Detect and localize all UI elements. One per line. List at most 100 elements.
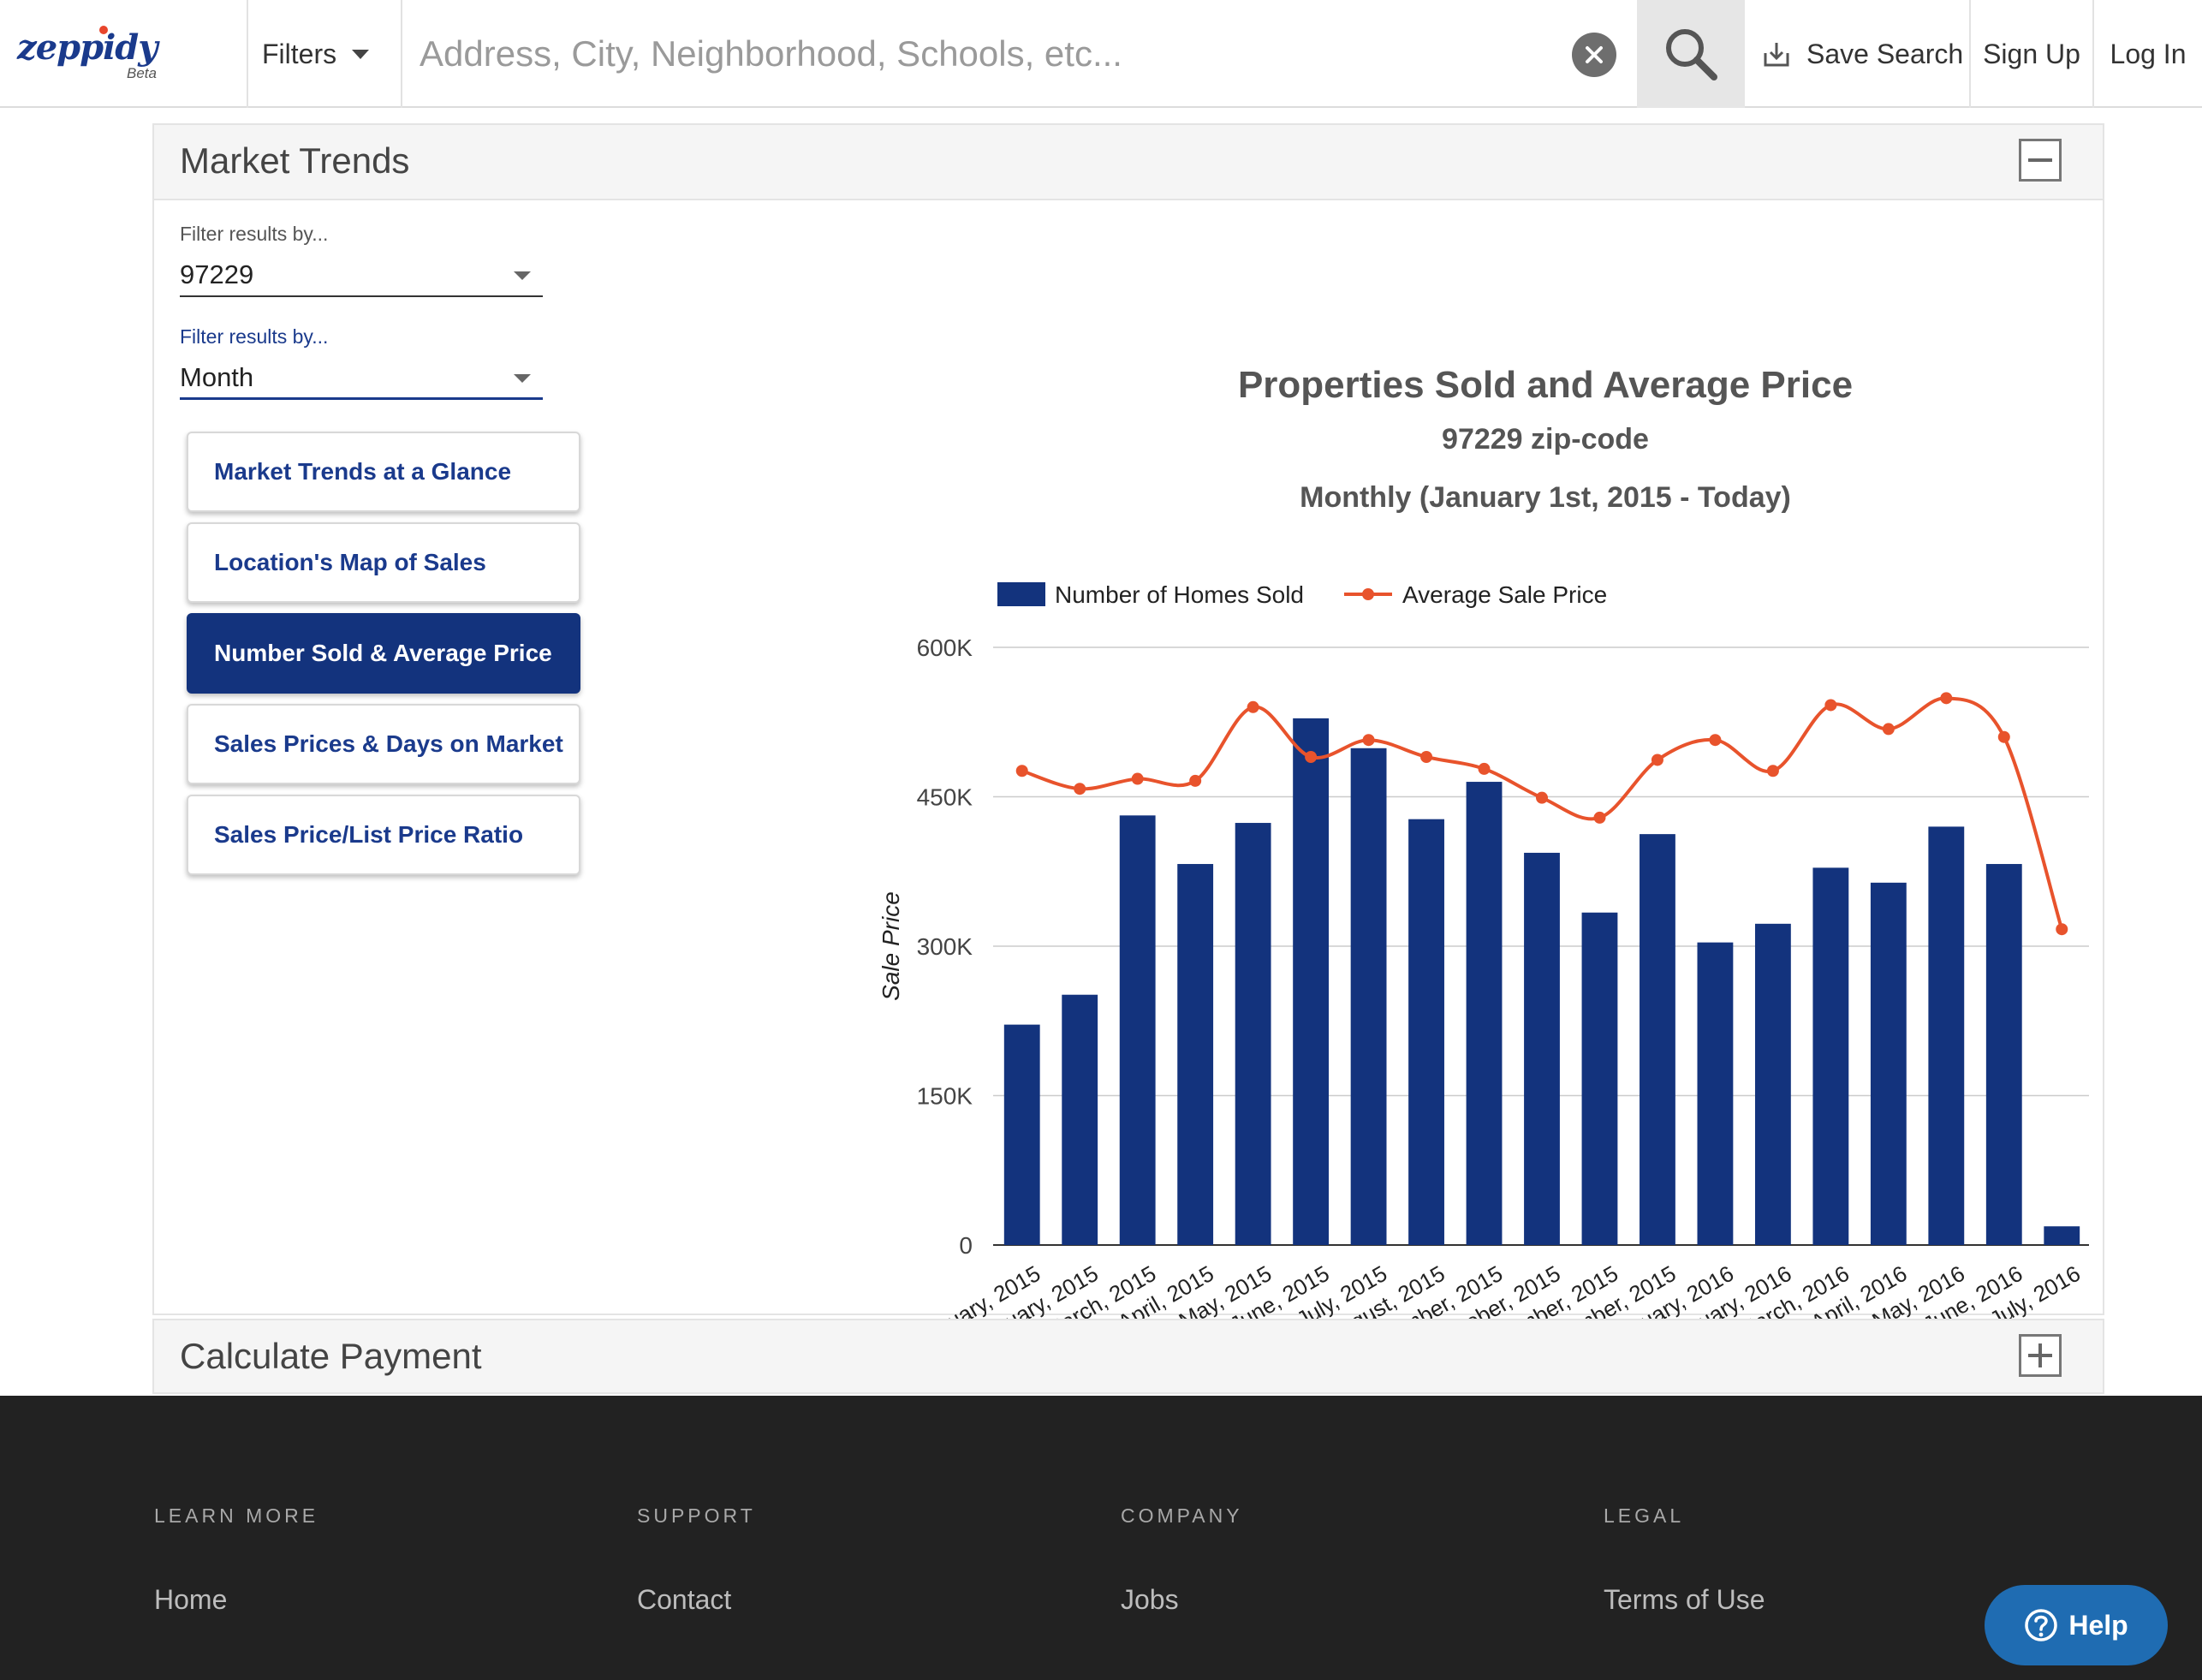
log-in-link[interactable]: Log In: [2094, 0, 2202, 108]
filters-label: Filters: [262, 38, 337, 69]
y-tick-label: 450K: [917, 784, 973, 811]
nav-number-sold-average-price[interactable]: Number Sold & Average Price: [187, 613, 580, 694]
average-price-point: [1709, 734, 1722, 747]
question-circle-icon: [2025, 1609, 2058, 1641]
average-price-point: [1305, 750, 1318, 763]
logo-wordmark: zeppidy: [17, 27, 158, 68]
bar-homes-sold: [1177, 864, 1214, 1245]
bar-homes-sold: [1754, 923, 1791, 1245]
average-price-point: [1074, 783, 1086, 795]
period-filter: Filter results by... Month: [180, 325, 543, 400]
zip-filter-value: 97229: [180, 259, 254, 289]
top-navigation-bar: zeppidy Beta Filters Save Search Sign Up…: [0, 0, 2202, 108]
chart-subtitle: 97229 zip-code: [1442, 423, 1649, 456]
clear-search-button[interactable]: [1572, 33, 1616, 77]
legend-label-homes-sold: Number of Homes Sold: [1055, 581, 1304, 608]
average-price-point: [1536, 791, 1548, 804]
y-tick-label: 0: [959, 1232, 973, 1259]
footer-heading-legal: LEGAL: [1604, 1504, 1685, 1527]
location-search-input[interactable]: [402, 17, 1550, 91]
sign-up-link[interactable]: Sign Up: [1971, 0, 2092, 108]
period-filter-value: Month: [180, 362, 254, 392]
footer-link-contact[interactable]: Contact: [637, 1584, 731, 1616]
footer-link-jobs[interactable]: Jobs: [1121, 1584, 1179, 1616]
bar-homes-sold: [1581, 912, 1618, 1245]
beta-badge: Beta: [127, 65, 157, 81]
calculate-payment-title: Calculate Payment: [180, 1336, 482, 1376]
save-search-label: Save Search: [1806, 38, 1964, 69]
footer-link-terms-of-use[interactable]: Terms of Use: [1604, 1584, 1765, 1616]
bar-homes-sold: [1293, 718, 1330, 1245]
average-price-point: [1247, 700, 1259, 713]
average-price-point: [1478, 762, 1491, 775]
average-price-point: [1997, 730, 2010, 743]
average-price-point: [1940, 692, 1953, 705]
bar-homes-sold: [1350, 748, 1387, 1245]
footer-heading-company: COMPANY: [1121, 1504, 1243, 1527]
footer-heading-support: SUPPORT: [637, 1504, 756, 1527]
help-button[interactable]: Help: [1985, 1585, 2168, 1665]
minus-icon: [2028, 158, 2052, 162]
bar-homes-sold: [1812, 867, 1849, 1245]
bar-homes-sold: [1870, 882, 1907, 1245]
plus-icon: [2038, 1343, 2042, 1367]
bar-homes-sold: [1928, 826, 1965, 1245]
average-price-point: [1189, 774, 1202, 787]
zip-filter: Filter results by... 97229: [180, 223, 543, 297]
legend-swatch-homes-sold: [997, 582, 1045, 606]
logo-dot: [99, 26, 108, 34]
nav-market-trends-at-a-glance[interactable]: Market Trends at a Glance: [187, 432, 580, 512]
zeppidy-logo[interactable]: zeppidy Beta: [17, 22, 163, 84]
bar-homes-sold: [1062, 994, 1098, 1245]
filters-dropdown-button[interactable]: Filters: [248, 0, 401, 108]
collapse-button[interactable]: [2019, 139, 2062, 182]
market-trends-title: Market Trends: [180, 140, 410, 181]
search-button[interactable]: [1637, 0, 1745, 108]
nav-sales-prices-days-on-market[interactable]: Sales Prices & Days on Market: [187, 704, 580, 784]
chart-plot-area: 00150K40300K80450K120600K160Sale PriceHo…: [878, 581, 2089, 1367]
period-filter-select[interactable]: Month: [180, 357, 543, 400]
bar-homes-sold: [1466, 782, 1503, 1245]
bar-homes-sold: [1235, 823, 1271, 1245]
chart-date-range: Monthly (January 1st, 2015 - Today): [1300, 481, 1791, 514]
expand-button[interactable]: [2019, 1334, 2062, 1377]
help-label: Help: [2068, 1609, 2128, 1641]
site-footer: LEARN MORE SUPPORT COMPANY LEGAL Home Co…: [0, 1396, 2202, 1680]
period-filter-caption: Filter results by...: [180, 325, 329, 348]
calculate-payment-panel[interactable]: Calculate Payment: [152, 1319, 2104, 1394]
zip-filter-select[interactable]: 97229: [180, 254, 543, 297]
average-price-point: [1651, 754, 1663, 766]
average-price-point: [1015, 765, 1028, 777]
chevron-down-icon: [514, 271, 531, 280]
average-price-point: [1420, 750, 1433, 763]
zip-filter-caption: Filter results by...: [180, 223, 329, 245]
average-price-point: [1882, 723, 1895, 736]
bar-homes-sold: [1640, 834, 1675, 1245]
nav-location-map-of-sales[interactable]: Location's Map of Sales: [187, 522, 580, 603]
nav-sales-price-list-price-ratio[interactable]: Sales Price/List Price Ratio: [187, 795, 580, 875]
properties-sold-chart: Properties Sold and Average Price 97229 …: [878, 364, 2089, 1367]
bar-homes-sold: [1524, 852, 1560, 1245]
close-icon: [1586, 46, 1603, 63]
download-icon: [1764, 43, 1789, 67]
y-tick-label: 600K: [917, 634, 973, 661]
bar-homes-sold: [1408, 819, 1444, 1245]
footer-link-home[interactable]: Home: [154, 1584, 227, 1616]
market-trends-header[interactable]: Market Trends: [154, 125, 2103, 200]
bar-homes-sold: [1697, 942, 1734, 1245]
legend-marker-average-price: [1362, 588, 1374, 600]
footer-heading-learn-more: LEARN MORE: [154, 1504, 319, 1527]
average-price-point: [2056, 923, 2068, 936]
bar-homes-sold: [1003, 1024, 1040, 1245]
legend-label-average-price: Average Sale Price: [1402, 581, 1607, 608]
save-search-button[interactable]: Save Search: [1747, 0, 1969, 108]
search-icon: [1666, 29, 1717, 80]
average-price-point: [1593, 811, 1606, 824]
bar-homes-sold: [1119, 815, 1156, 1245]
average-price-point: [1766, 765, 1779, 777]
market-trends-panel: Market Trends Filter results by... 97229…: [152, 123, 2104, 1367]
chevron-down-icon: [352, 49, 370, 59]
y-tick-label: 300K: [917, 933, 973, 960]
bar-homes-sold: [1985, 864, 2022, 1245]
average-price-point: [1362, 734, 1375, 747]
